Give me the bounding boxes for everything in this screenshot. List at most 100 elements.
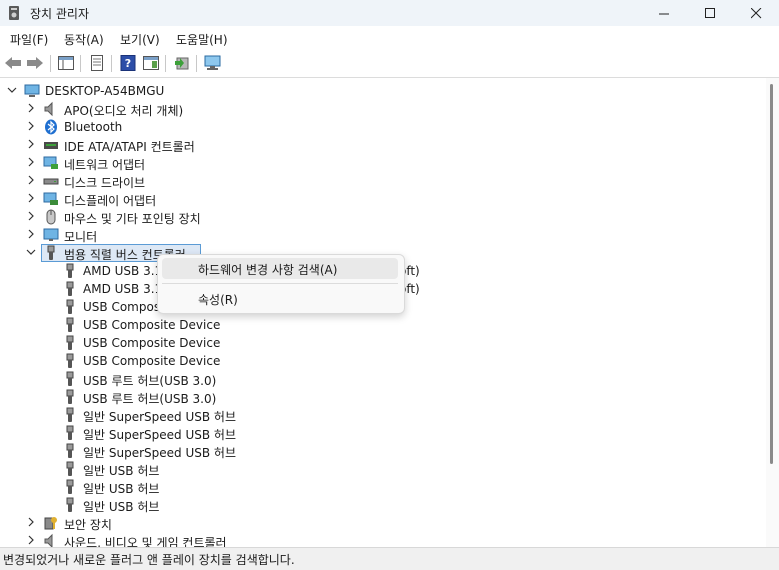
title-bar: 장치 관리자 [0, 0, 779, 26]
tree-category[interactable]: 보안 장치 [0, 514, 766, 532]
tree-category[interactable]: 디스플레이 어댑터 [0, 190, 766, 208]
chevron-down-icon[interactable] [6, 84, 18, 96]
status-text: 변경되었거나 새로운 플러그 앤 플레이 장치를 검색합니다. [3, 553, 295, 567]
usb-device-icon [66, 389, 74, 404]
usb-device-icon [66, 263, 74, 278]
device-label: USB 루트 허브(USB 3.0) [83, 374, 217, 388]
category-label: APO(오디오 처리 개체) [64, 104, 184, 118]
tree-root[interactable]: DESKTOP-A54BMGU [0, 82, 766, 100]
tree-device[interactable]: 일반 SuperSpeed USB 허브 [0, 406, 766, 424]
category-label: 디스크 드라이브 [64, 176, 146, 190]
usb-device-icon [66, 479, 74, 494]
tree-device[interactable]: USB Composite Device [0, 352, 766, 370]
chevron-right-icon[interactable] [25, 192, 37, 204]
tree-device[interactable]: 일반 USB 허브 [0, 478, 766, 496]
computer-icon [24, 84, 40, 97]
usb-device-icon [66, 317, 74, 332]
usb-device-icon [66, 353, 74, 368]
properties-menu-item[interactable]: 속성(R) [162, 288, 398, 309]
chevron-right-icon[interactable] [25, 120, 37, 132]
scan-hardware-changes-button[interactable] [204, 54, 222, 72]
properties-button[interactable] [88, 54, 106, 72]
scrollbar-thumb[interactable] [770, 84, 773, 464]
usb-device-icon [66, 335, 74, 350]
chevron-right-icon[interactable] [25, 228, 37, 240]
device-label: USB 루트 허브(USB 3.0) [83, 392, 217, 406]
tree-category[interactable]: IDE ATA/ATAPI 컨트롤러 [0, 136, 766, 154]
ide-controller-icon [44, 142, 58, 149]
usb-device-icon [66, 299, 74, 314]
back-button[interactable] [4, 54, 22, 72]
console-tree-icon [58, 56, 74, 70]
status-bar: 변경되었거나 새로운 플러그 앤 플레이 장치를 검색합니다. [0, 547, 779, 570]
device-label: USB Composite Device [83, 354, 221, 368]
tree-category[interactable]: 사운드, 비디오 및 게임 컨트롤러 [0, 532, 766, 547]
tree-category[interactable]: 마우스 및 기타 포인팅 장치 [0, 208, 766, 226]
chevron-right-icon[interactable] [25, 138, 37, 150]
toolbar-separator [165, 55, 166, 72]
chevron-right-icon[interactable] [25, 534, 37, 546]
tree-category[interactable]: 네트워크 어댑터 [0, 154, 766, 172]
monitor-icon [43, 228, 59, 241]
menu-view[interactable]: 보기(V) [120, 31, 160, 48]
update-driver-icon [175, 57, 189, 70]
menu-file[interactable]: 파일(F) [10, 31, 48, 48]
tree-category[interactable]: 디스크 드라이브 [0, 172, 766, 190]
usb-device-icon [66, 371, 74, 386]
chevron-right-icon[interactable] [25, 156, 37, 168]
maximize-button[interactable] [687, 0, 733, 26]
menu-bar: 파일(F) 동작(A) 보기(V) 도움말(H) [0, 26, 779, 50]
close-button[interactable] [733, 0, 779, 26]
tree-device[interactable]: USB Composite Device [0, 334, 766, 352]
category-label: 디스플레이 어댑터 [64, 194, 157, 208]
tree-device[interactable]: 일반 SuperSpeed USB 허브 [0, 442, 766, 460]
device-label: AMD USB 3.1 [83, 282, 163, 296]
category-label: 보안 장치 [64, 518, 112, 532]
tree-category[interactable]: Bluetooth [0, 118, 766, 136]
sound-icon [44, 533, 53, 547]
context-menu-separator [162, 283, 398, 284]
context-menu: 하드웨어 변경 사항 검색(A) 속성(R) [157, 254, 405, 314]
tree-device[interactable]: 일반 SuperSpeed USB 허브 [0, 424, 766, 442]
device-label: 일반 USB 허브 [83, 482, 160, 496]
menu-action[interactable]: 동작(A) [64, 31, 104, 48]
back-arrow-icon [5, 57, 21, 69]
update-driver-button[interactable] [173, 54, 191, 72]
category-label: 마우스 및 기타 포인팅 장치 [64, 212, 201, 226]
minimize-button[interactable] [641, 0, 687, 26]
chevron-right-icon[interactable] [25, 516, 37, 528]
disk-drive-icon [43, 178, 59, 185]
usb-device-icon [66, 407, 74, 422]
scan-hardware-changes-label: 하드웨어 변경 사항 검색(A) [198, 263, 338, 277]
help-button[interactable]: ? [119, 54, 137, 72]
minimize-icon [658, 13, 669, 14]
scan-hardware-changes-menu-item[interactable]: 하드웨어 변경 사항 검색(A) [162, 258, 398, 279]
chevron-right-icon[interactable] [25, 210, 37, 222]
vertical-scrollbar[interactable] [766, 78, 779, 547]
show-action-pane-button[interactable] [142, 54, 160, 72]
tree-device[interactable]: 일반 USB 허브 [0, 496, 766, 514]
chevron-right-icon[interactable] [25, 174, 37, 186]
forward-button[interactable] [26, 54, 44, 72]
tree-device[interactable]: USB 루트 허브(USB 3.0) [0, 370, 766, 388]
security-device-icon [44, 517, 57, 530]
tree-device[interactable]: 일반 USB 허브 [0, 460, 766, 478]
scan-hardware-icon [204, 55, 221, 70]
device-label: 일반 SuperSpeed USB 허브 [83, 446, 237, 460]
tree-device[interactable]: USB 루트 허브(USB 3.0) [0, 388, 766, 406]
usb-device-icon [66, 461, 74, 476]
chevron-right-icon[interactable] [25, 102, 37, 114]
menu-help[interactable]: 도움말(H) [176, 31, 228, 48]
device-label: AMD USB 3.1 [83, 264, 163, 278]
tree-category[interactable]: APO(오디오 처리 개체) [0, 100, 766, 118]
help-icon: ? [120, 55, 136, 71]
category-label: 사운드, 비디오 및 게임 컨트롤러 [64, 536, 227, 547]
tree-device[interactable]: USB Composite Device [0, 316, 766, 334]
toolbar-separator [80, 55, 81, 72]
device-label: USB Composite Device [83, 336, 221, 350]
show-hide-console-tree-button[interactable] [57, 54, 75, 72]
chevron-down-icon[interactable] [25, 246, 37, 258]
usb-device-icon [66, 281, 74, 296]
network-adapter-icon [43, 156, 58, 169]
tree-category[interactable]: 모니터 [0, 226, 766, 244]
